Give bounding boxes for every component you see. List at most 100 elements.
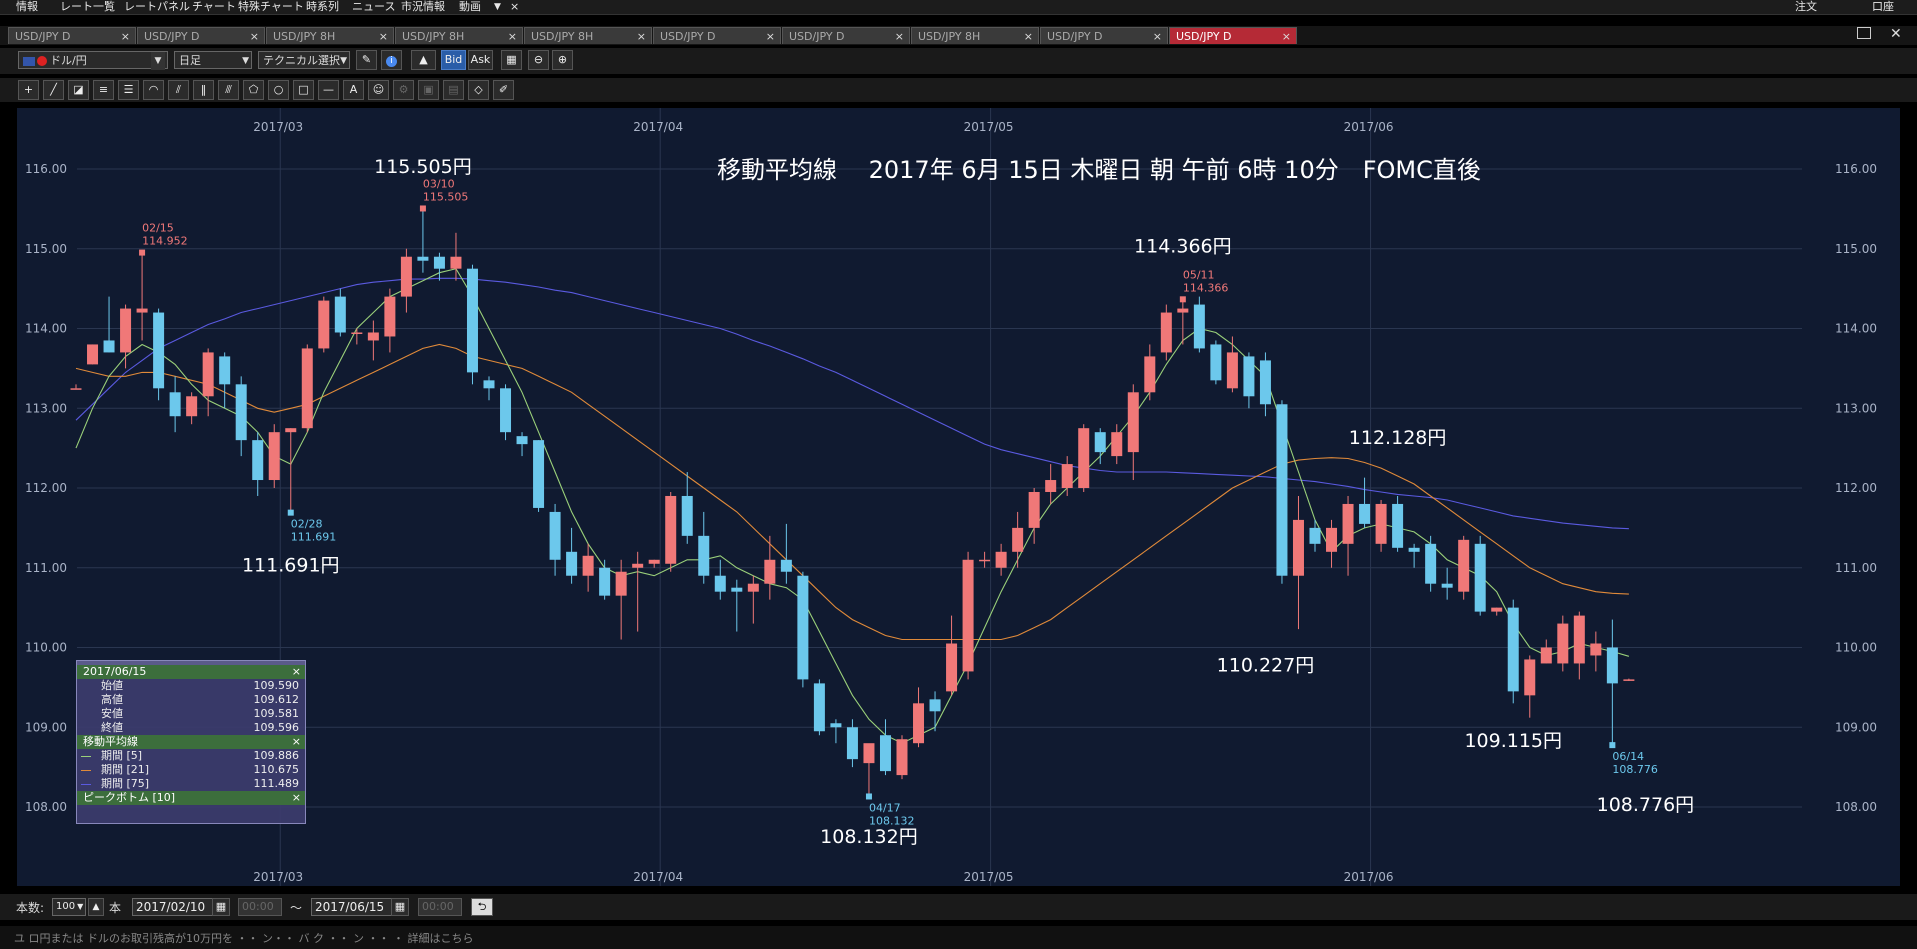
menu-info[interactable]: 情報	[16, 0, 38, 14]
close-icon[interactable]: ×	[1024, 28, 1033, 45]
chart-settings-icon[interactable]: ▦	[501, 50, 522, 70]
to-time-input[interactable]: 00:00	[418, 898, 462, 916]
candle-body	[516, 436, 528, 445]
candle-body	[665, 495, 677, 564]
close-icon[interactable]: ×	[1282, 28, 1291, 45]
chart-tab[interactable]: USD/JPY 8H ×	[266, 27, 394, 44]
delete-drawing-icon[interactable]: ◇	[468, 80, 489, 100]
chart-tab[interactable]: USD/JPY D ×	[137, 27, 265, 44]
vertical-lines-icon[interactable]: ‖	[193, 80, 214, 100]
candle	[1623, 678, 1635, 681]
timeframe-select[interactable]: 日足 ▼	[174, 51, 252, 69]
close-icon[interactable]: ×	[292, 791, 301, 805]
chart-tab-bar: USD/JPY D × USD/JPY D × USD/JPY 8H × USD/JP…	[0, 26, 1917, 45]
ma-row: 期間 [75] 111.489	[77, 777, 305, 791]
info-icon[interactable]: i	[381, 50, 402, 70]
technical-select[interactable]: テクニカル選択 ▼	[258, 51, 350, 69]
delete-all-icon[interactable]: ✐	[493, 80, 514, 100]
channel-icon[interactable]: ⫻	[218, 80, 239, 100]
refresh-icon[interactable]: ⮌	[471, 898, 493, 916]
candle-body	[913, 703, 925, 744]
calendar-icon[interactable]: ▦	[391, 898, 409, 916]
from-date-input[interactable]: 2017/02/10	[132, 898, 214, 916]
chart-tab[interactable]: USD/JPY 8H ×	[395, 27, 523, 44]
chart-tab[interactable]: USD/JPY 8H ×	[524, 27, 652, 44]
ma-label: 期間 [75]	[101, 777, 150, 790]
menu-close-icon[interactable]: ×	[510, 0, 519, 14]
close-icon[interactable]: ×	[895, 28, 904, 45]
close-icon[interactable]: ×	[1153, 28, 1162, 45]
menu-special-chart[interactable]: 特殊チャート	[238, 0, 304, 14]
menu-order[interactable]: 注文	[1795, 0, 1817, 14]
eraser-icon[interactable]: ◪	[68, 80, 89, 100]
settings-disabled-icon[interactable]: ⚙	[393, 80, 414, 100]
close-icon[interactable]: ×	[637, 28, 646, 45]
menu-market-info[interactable]: 市況情報	[401, 0, 445, 14]
paste-disabled-icon[interactable]: ▤	[443, 80, 464, 100]
text-tool-icon[interactable]: A	[343, 80, 364, 100]
candle-body	[367, 332, 379, 341]
bottom-marker	[1609, 742, 1616, 749]
candle-body	[1425, 543, 1437, 584]
horizontal-lines-icon[interactable]: ≡	[93, 80, 114, 100]
fib-arc-icon[interactable]: ◠	[143, 80, 164, 100]
price-chart[interactable]: 116.00 116.00 115.00 115.00 114.00 114.00 113.…	[17, 108, 1900, 886]
hline-icon[interactable]: —	[318, 80, 339, 100]
bid-button[interactable]: Bid	[441, 50, 466, 70]
close-icon[interactable]: ×	[379, 28, 388, 45]
chart-tab[interactable]: USD/JPY D ×	[782, 27, 910, 44]
close-icon[interactable]: ×	[508, 28, 517, 45]
chart-tab-active[interactable]: USD/JPY D ×	[1169, 27, 1297, 44]
menu-rate-list[interactable]: レート一覧	[60, 0, 115, 14]
from-time-input[interactable]: 00:00	[238, 898, 282, 916]
pen-tool-icon[interactable]: ✎	[356, 50, 377, 70]
close-icon[interactable]: ×	[766, 28, 775, 45]
crosshair-icon[interactable]: +	[18, 80, 39, 100]
close-icon[interactable]: ×	[250, 28, 259, 45]
copy-disabled-icon[interactable]: ▣	[418, 80, 439, 100]
count-up-icon[interactable]: ▲	[88, 898, 104, 916]
close-icon[interactable]: ×	[292, 665, 301, 679]
menu-video[interactable]: 動画	[459, 0, 481, 14]
to-date-input[interactable]: 2017/06/15	[311, 898, 393, 916]
ma-value: 109.886	[253, 749, 300, 762]
chart-tab[interactable]: USD/JPY D ×	[1040, 27, 1168, 44]
news-ticker[interactable]: ユ ロ円または ドルのお取引残高が10万円を ・・ ン・・ バ ク ・・ ン ・…	[0, 926, 1917, 949]
menu-news[interactable]: ニュース	[352, 0, 395, 14]
chart-tab[interactable]: USD/JPY D ×	[8, 27, 136, 44]
calendar-icon[interactable]: ▦	[212, 898, 230, 916]
chart-tab[interactable]: USD/JPY 8H ×	[911, 27, 1039, 44]
chart-tab[interactable]: USD/JPY D ×	[653, 27, 781, 44]
data-window-panel[interactable]: 2017/06/15 × 始値 109.590 高値 109.612 安値 109.58…	[76, 660, 306, 824]
menu-time-series[interactable]: 時系列	[306, 0, 339, 14]
candle-body	[417, 256, 429, 261]
zoom-out-icon[interactable]: ⊖	[528, 50, 549, 70]
close-icon[interactable]: ×	[121, 28, 130, 45]
price-annotation: 114.366円	[1134, 236, 1232, 258]
trendline-icon[interactable]: ╱	[43, 80, 64, 100]
y-tick-label-left: 116.00	[25, 162, 67, 176]
window-close-icon[interactable]: ✕	[1890, 26, 1902, 42]
candle-body	[566, 551, 578, 576]
fan-lines-icon[interactable]: ⫽	[168, 80, 189, 100]
candle-body	[599, 567, 611, 596]
ask-button[interactable]: Ask	[468, 50, 493, 70]
fibonacci-icon[interactable]: ☰	[118, 80, 139, 100]
chart-type-icon[interactable]: ▲	[411, 50, 436, 70]
circle-icon[interactable]: ○	[268, 80, 289, 100]
currency-select[interactable]: ドル/円 ▼	[18, 51, 168, 70]
menu-account[interactable]: 口座	[1872, 0, 1894, 14]
stamp-icon[interactable]: ☺	[368, 80, 389, 100]
marker-date: 06/14	[1612, 750, 1644, 763]
rectangle-icon[interactable]: □	[293, 80, 314, 100]
menu-dropdown-icon[interactable]: ▼	[494, 0, 501, 14]
count-select[interactable]: 100 ▼	[52, 898, 86, 916]
menu-rate-panel[interactable]: レートパネル	[124, 0, 190, 14]
menu-chart[interactable]: チャート	[192, 0, 236, 14]
pentagon-icon[interactable]: ⬠	[243, 80, 264, 100]
zoom-in-icon[interactable]: ⊕	[552, 50, 573, 70]
close-icon[interactable]: ×	[292, 735, 301, 749]
peak-title: ピークボトム [10]	[83, 791, 176, 804]
restore-window-icon[interactable]	[1857, 27, 1871, 39]
candle-body	[169, 392, 181, 417]
